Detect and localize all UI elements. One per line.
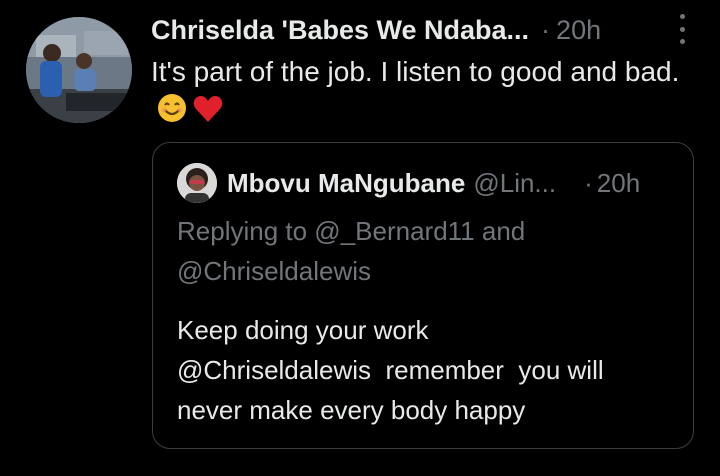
tweet[interactable]: Chriselda 'Babes We Ndaba... · 20h It's … [0, 0, 720, 476]
replying-to: Replying to @_Bernard11 and @Chriseldale… [177, 211, 677, 291]
replying-to-line-2[interactable]: @Chriseldalewis [177, 251, 677, 291]
tweet-timestamp[interactable]: 20h [556, 15, 601, 46]
tweet-body: It's part of the job. I listen to good a… [151, 56, 680, 87]
quote-header: Mbovu MaNgubane @Lin... · 20h [227, 165, 677, 201]
quote-author-avatar[interactable] [177, 163, 217, 203]
quote-author-name[interactable]: Mbovu MaNgubane [227, 168, 465, 199]
author-name[interactable]: Chriselda 'Babes We Ndaba... [151, 15, 529, 46]
quote-separator: · [584, 167, 593, 198]
author-avatar[interactable] [26, 17, 132, 123]
header-separator: · [541, 14, 551, 45]
more-vertical-icon[interactable] [678, 14, 686, 44]
tweet-text: It's part of the job. I listen to good a… [151, 52, 681, 134]
quote-timestamp[interactable]: 20h [597, 168, 640, 199]
smiling-face-emoji [157, 93, 187, 134]
quoted-tweet[interactable]: Mbovu MaNgubane @Lin... · 20h Replying t… [152, 142, 694, 449]
quote-author-handle[interactable]: @Lin... [473, 168, 556, 199]
quote-text: Keep doing your work @Chriseldalewis rem… [177, 315, 604, 425]
tweet-header: Chriselda 'Babes We Ndaba... · 20h [151, 12, 691, 48]
red-heart-emoji [193, 94, 223, 134]
replying-to-line-1[interactable]: Replying to @_Bernard11 and [177, 211, 677, 251]
